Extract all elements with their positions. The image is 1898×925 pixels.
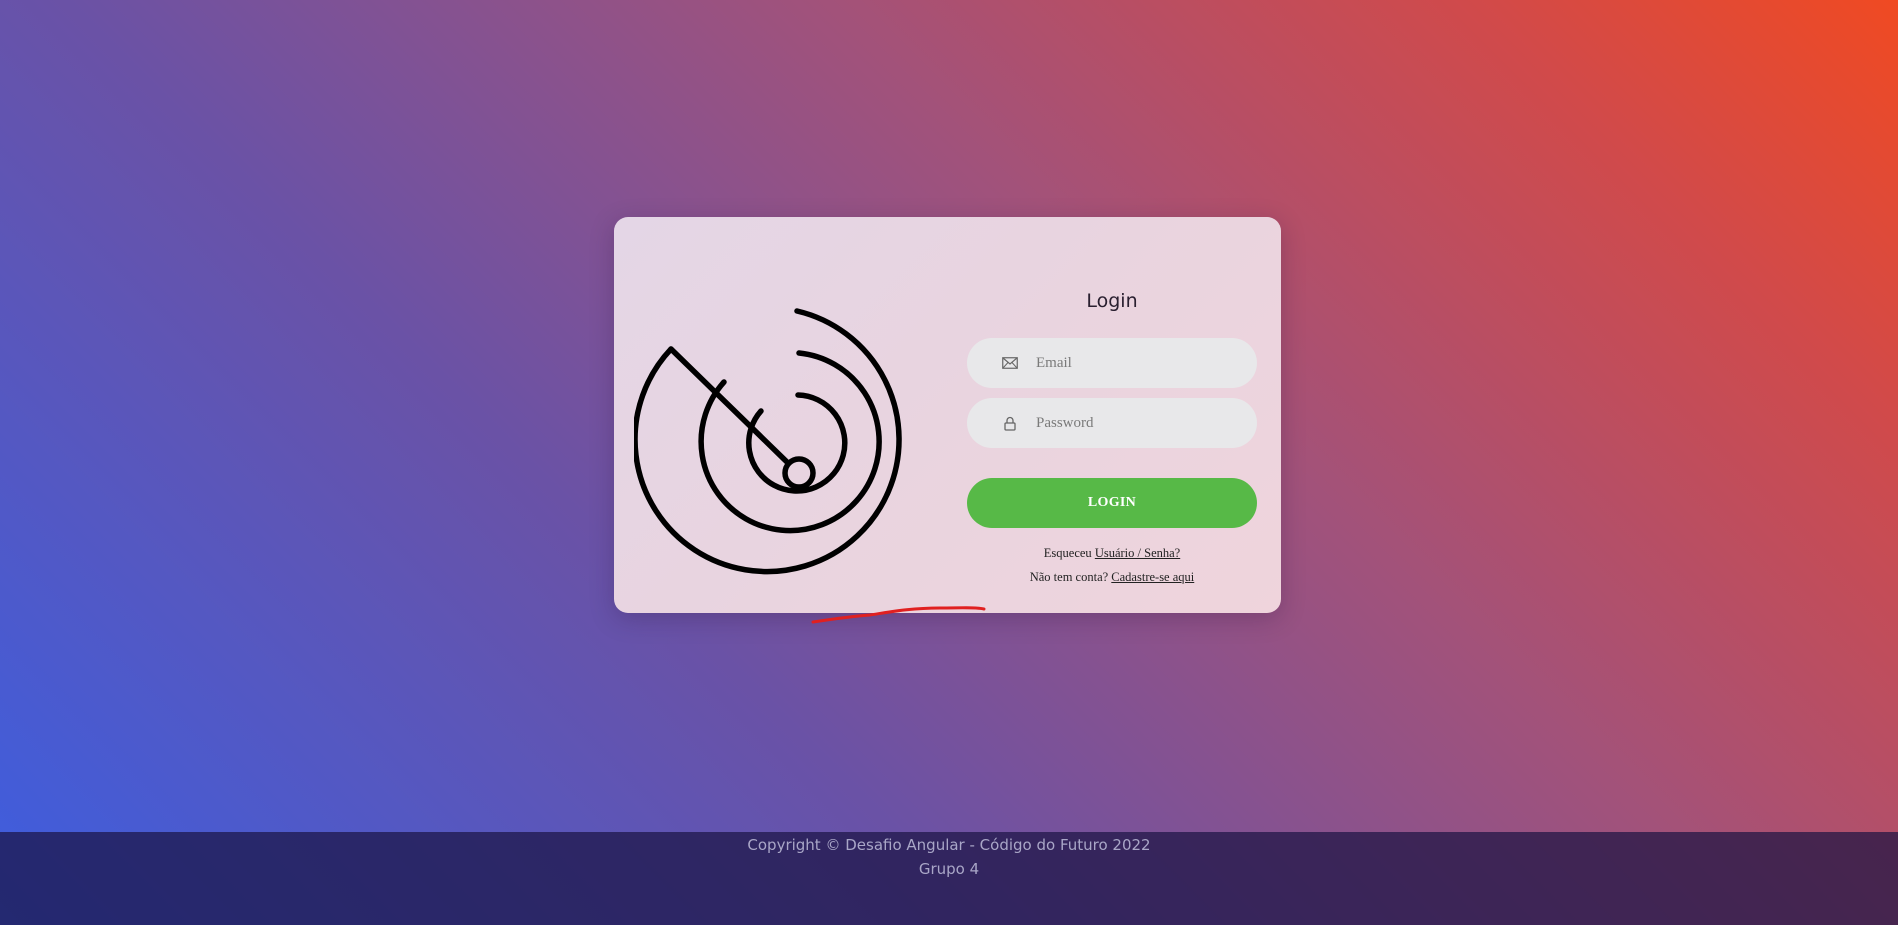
footer-copyright: Copyright © Desafio Angular - Código do … — [747, 836, 1151, 854]
login-title: Login — [1086, 290, 1138, 312]
footer-group: Grupo 4 — [918, 860, 980, 878]
signup-prefix: Não tem conta? — [1029, 570, 1109, 584]
login-card: Login LOGIN Esqueceu U — [614, 217, 1281, 613]
signup-link[interactable]: Cadastre-se aqui — [1111, 570, 1194, 584]
red-annotation-scribble — [811, 606, 986, 624]
forgot-credentials-line: Esqueceu Usuário / Senha? — [967, 546, 1257, 561]
signup-line: Não tem conta? Cadastre-se aqui — [967, 570, 1257, 585]
email-field[interactable] — [967, 338, 1257, 388]
envelope-icon — [1000, 353, 1020, 373]
password-field[interactable] — [967, 398, 1257, 448]
forgot-prefix: Esqueceu — [1043, 546, 1092, 560]
footer: Copyright © Desafio Angular - Código do … — [0, 832, 1898, 925]
login-form: Login LOGIN Esqueceu U — [967, 217, 1257, 613]
lock-icon — [1000, 413, 1020, 433]
email-input[interactable] — [1034, 353, 1238, 373]
login-button[interactable]: LOGIN — [967, 478, 1257, 528]
forgot-credentials-link[interactable]: Usuário / Senha? — [1095, 546, 1180, 560]
password-input[interactable] — [1034, 413, 1238, 433]
radar-logo-icon — [634, 308, 902, 575]
